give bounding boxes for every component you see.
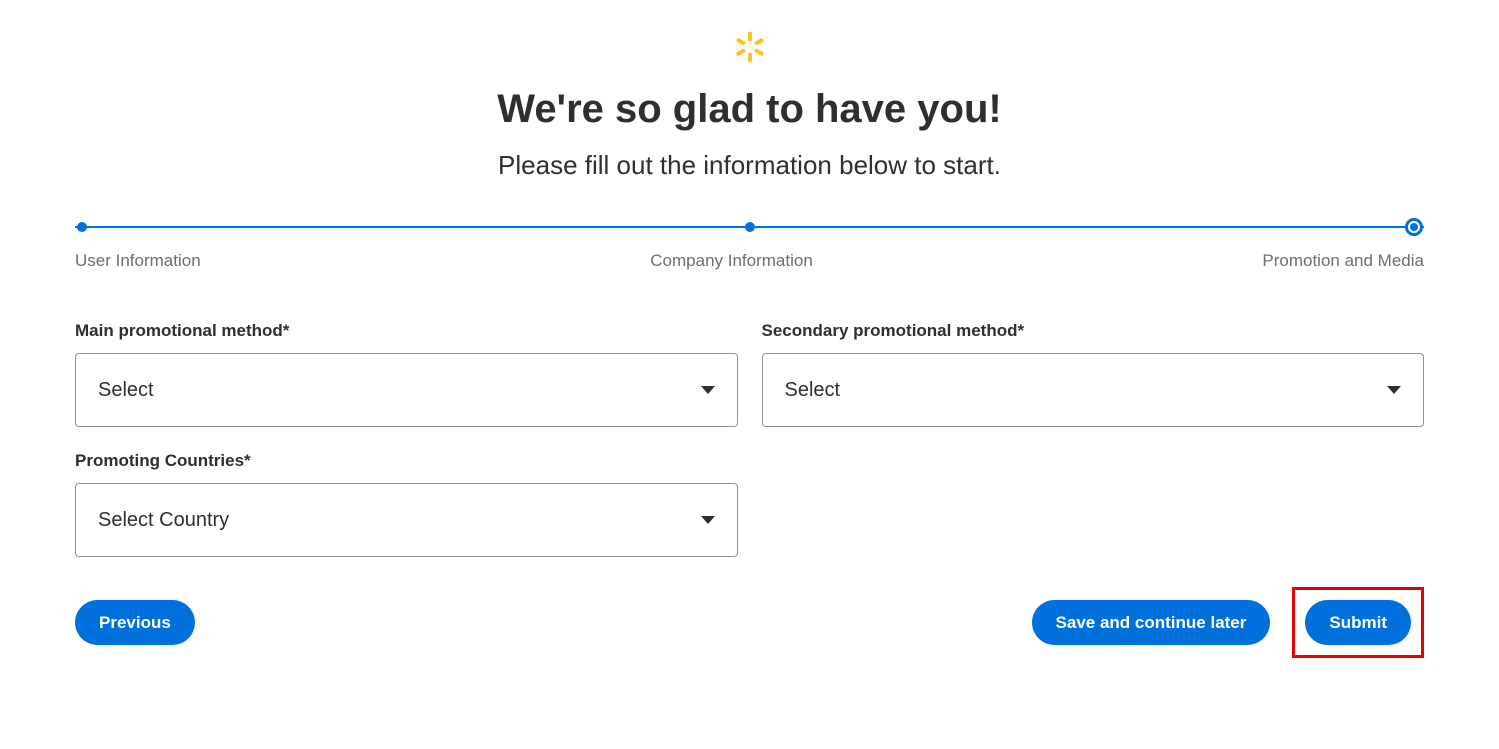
promoting-countries-field: Promoting Countries* Select Country	[75, 451, 738, 557]
page-subtitle: Please fill out the information below to…	[0, 150, 1499, 181]
chevron-down-icon	[1387, 386, 1401, 394]
main-promotional-method-value: Select	[98, 379, 154, 402]
promoting-countries-label: Promoting Countries*	[75, 451, 738, 471]
secondary-promotional-method-label: Secondary promotional method*	[762, 321, 1425, 341]
step-label-company-info: Company Information	[650, 251, 813, 271]
chevron-down-icon	[701, 386, 715, 394]
page-title: We're so glad to have you!	[0, 87, 1499, 132]
main-promotional-method-field: Main promotional method* Select	[75, 321, 738, 427]
main-promotional-method-select[interactable]: Select	[75, 353, 738, 427]
promoting-countries-value: Select Country	[98, 509, 229, 532]
actions-right: Save and continue later Submit	[1032, 587, 1424, 658]
form-grid: Main promotional method* Select Secondar…	[75, 321, 1424, 557]
walmart-spark-icon	[733, 30, 767, 64]
submit-button[interactable]: Submit	[1305, 600, 1411, 645]
step-dot-company-info	[745, 222, 755, 232]
step-dot-promotion-media	[1405, 218, 1423, 236]
step-dot-user-info	[77, 222, 87, 232]
secondary-promotional-method-field: Secondary promotional method* Select	[762, 321, 1425, 427]
step-labels: User Information Company Information Pro…	[75, 251, 1424, 271]
previous-button[interactable]: Previous	[75, 600, 195, 645]
form-actions: Previous Save and continue later Submit	[75, 587, 1424, 658]
page-container: We're so glad to have you! Please fill o…	[0, 0, 1499, 678]
secondary-promotional-method-select[interactable]: Select	[762, 353, 1425, 427]
main-promotional-method-label: Main promotional method*	[75, 321, 738, 341]
submit-highlight-box: Submit	[1292, 587, 1424, 658]
step-label-user-info: User Information	[75, 251, 201, 271]
logo-wrap	[0, 30, 1499, 69]
secondary-promotional-method-value: Select	[785, 379, 841, 402]
stepper-line	[75, 221, 1424, 233]
chevron-down-icon	[701, 516, 715, 524]
step-label-promotion-media: Promotion and Media	[1262, 251, 1424, 271]
save-continue-later-button[interactable]: Save and continue later	[1032, 600, 1271, 645]
progress-stepper: User Information Company Information Pro…	[75, 221, 1424, 271]
promoting-countries-select[interactable]: Select Country	[75, 483, 738, 557]
